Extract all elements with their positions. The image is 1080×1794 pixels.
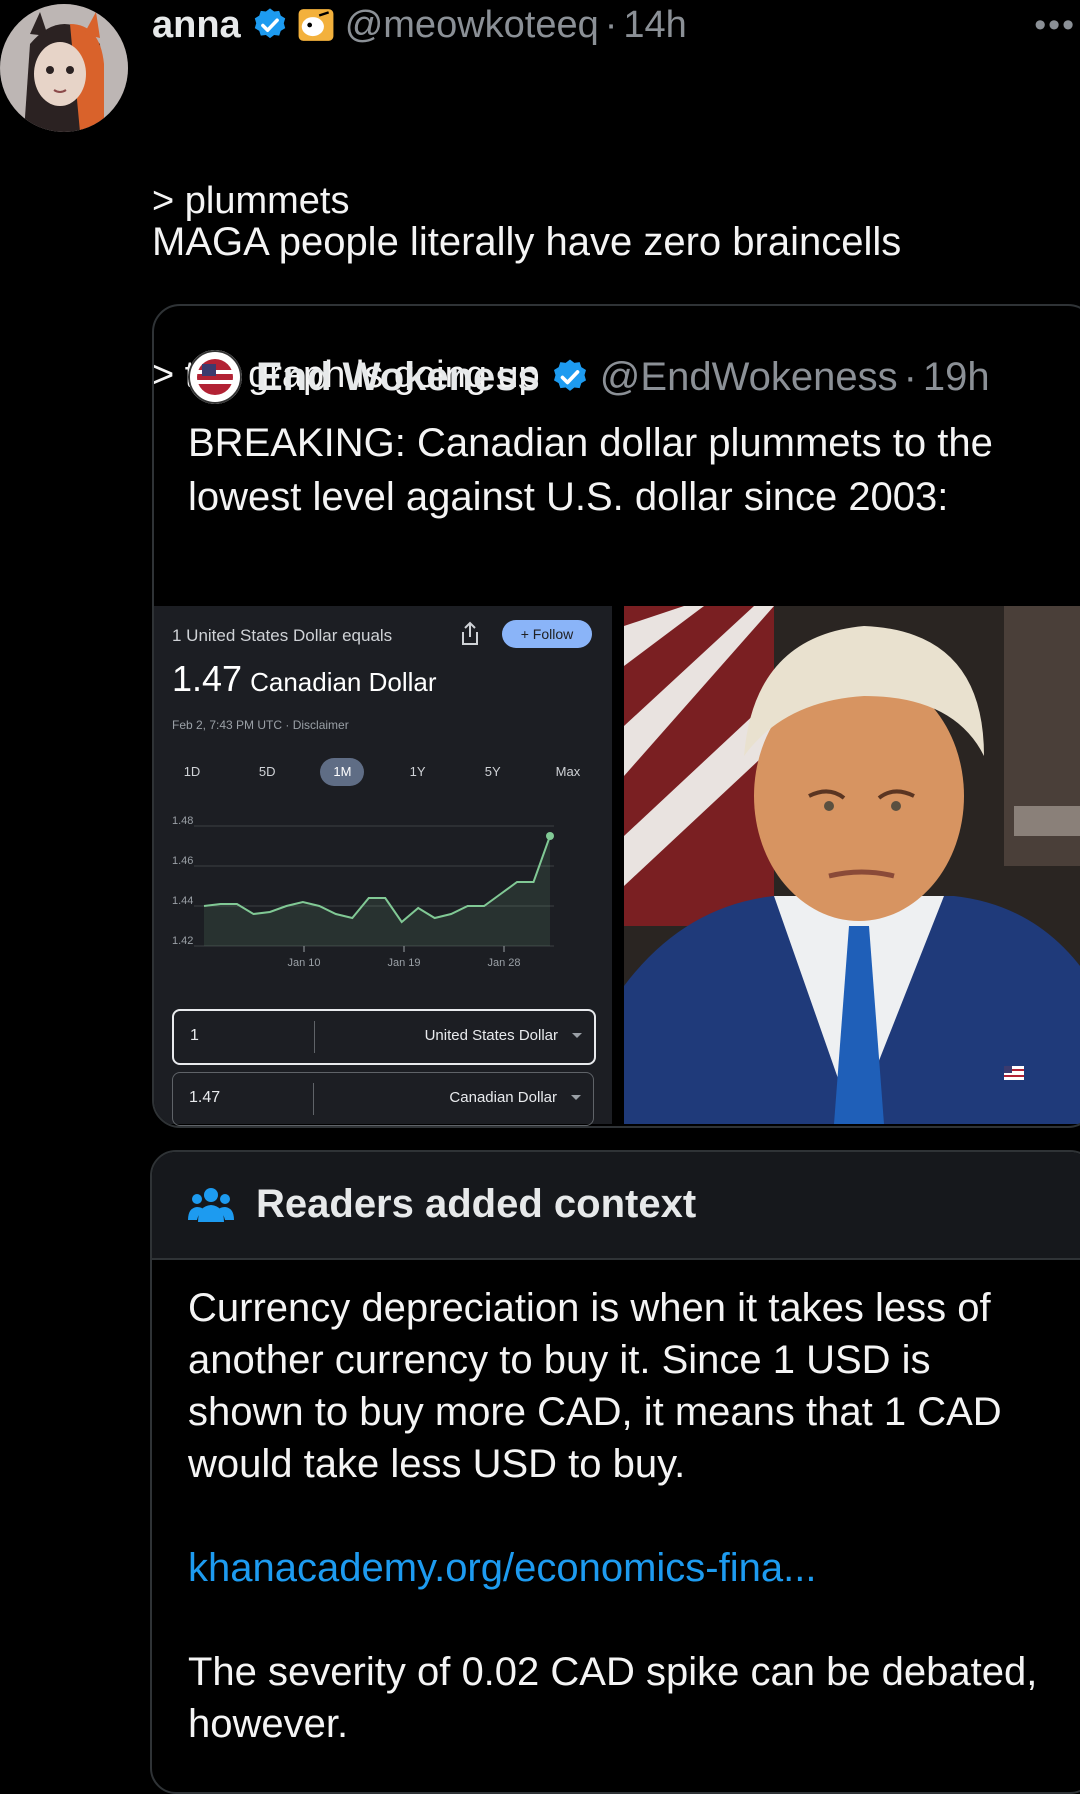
portrait-photo[interactable] bbox=[624, 606, 1080, 1124]
quote-text: BREAKING: Canadian dollar plummets to th… bbox=[188, 421, 993, 519]
chevron-down-icon bbox=[571, 1095, 581, 1100]
avatar[interactable] bbox=[0, 4, 128, 132]
community-note-footer: The severity of 0.02 CAD spike can be de… bbox=[188, 1650, 1038, 1746]
x-tick-label: Jan 28 bbox=[487, 957, 520, 966]
x-tick-label: Jan 10 bbox=[287, 957, 320, 966]
follow-button: + Follow bbox=[502, 620, 592, 648]
range-tab-active: 1M bbox=[320, 758, 365, 786]
possum-emoji-icon bbox=[298, 9, 334, 41]
quote-media: 1 United States Dollar equals + Follow 1… bbox=[154, 606, 1080, 1126]
community-note-body: Currency depreciation is when it takes l… bbox=[188, 1282, 1048, 1750]
from-currency: United States Dollar bbox=[424, 1027, 558, 1044]
quote-author-handle[interactable]: @EndWokeness bbox=[600, 355, 898, 400]
y-tick-label: 1.44 bbox=[172, 895, 193, 907]
range-tab: 5D bbox=[258, 764, 276, 779]
community-note-header: Readers added context bbox=[152, 1152, 1080, 1260]
quote-author-name[interactable]: End Wokeness bbox=[256, 355, 540, 400]
to-currency: Canadian Dollar bbox=[449, 1089, 557, 1106]
range-tabs: 1D 5D 1M 1Y 5Y Max bbox=[170, 758, 590, 786]
rate-currency: Canadian Dollar bbox=[250, 667, 437, 697]
converter-header: 1 United States Dollar equals bbox=[172, 626, 393, 645]
separator-dot: · bbox=[604, 3, 618, 46]
field-divider bbox=[313, 1083, 314, 1115]
community-note-title: Readers added context bbox=[256, 1182, 697, 1226]
currency-converter-image[interactable]: 1 United States Dollar equals + Follow 1… bbox=[154, 606, 612, 1126]
people-icon bbox=[188, 1188, 234, 1222]
x-tick-label: Jan 19 bbox=[387, 957, 420, 966]
quote-header: End Wokeness @EndWokeness · 19h bbox=[188, 350, 990, 404]
range-tab: 5Y bbox=[484, 764, 501, 779]
share-icon bbox=[462, 621, 478, 645]
y-tick-label: 1.42 bbox=[172, 935, 193, 947]
tweet-header: anna @meowkoteeq · 14h bbox=[152, 0, 687, 50]
field-divider bbox=[314, 1021, 315, 1053]
to-currency-field: 1.47 Canadian Dollar bbox=[172, 1072, 594, 1126]
community-note: Readers added context Currency depreciat… bbox=[150, 1150, 1080, 1794]
chevron-down-icon bbox=[572, 1033, 582, 1038]
from-currency-field: 1 United States Dollar bbox=[172, 1009, 596, 1065]
exchange-rate: 1.47 Canadian Dollar bbox=[172, 658, 437, 700]
rate-line-chart: 1.48 1.46 1.44 1.42 Jan 10 Jan 19 Jan 28 bbox=[172, 816, 554, 966]
author-name[interactable]: anna bbox=[152, 4, 241, 47]
quote-timestamp[interactable]: 19h bbox=[923, 355, 990, 400]
quoted-tweet[interactable]: End Wokeness @EndWokeness · 19h BREAKING… bbox=[152, 304, 1080, 1128]
more-options-icon[interactable]: ••• bbox=[1034, 6, 1076, 45]
verified-badge-icon bbox=[553, 359, 586, 391]
community-note-text: Currency depreciation is when it takes l… bbox=[188, 1286, 1002, 1486]
timestamp[interactable]: 14h bbox=[623, 4, 686, 47]
range-tab: 1Y bbox=[409, 764, 426, 779]
community-note-link[interactable]: khanacademy.org/economics-fina... bbox=[188, 1542, 1048, 1594]
verified-badge-icon bbox=[254, 8, 285, 39]
quote-avatar[interactable] bbox=[188, 350, 242, 404]
y-tick-label: 1.48 bbox=[172, 816, 193, 827]
rate-value: 1.47 bbox=[172, 658, 243, 699]
to-value: 1.47 bbox=[189, 1089, 221, 1106]
range-tab: 1D bbox=[183, 764, 201, 779]
author-handle[interactable]: @meowkoteeq bbox=[345, 4, 599, 47]
separator-dot: · bbox=[903, 354, 917, 399]
series-area bbox=[204, 836, 550, 946]
rate-date: Feb 2, 7:43 PM UTC · Disclaimer bbox=[172, 718, 349, 732]
from-value: 1 bbox=[190, 1027, 199, 1044]
y-tick-label: 1.46 bbox=[172, 855, 193, 867]
tweet-text: MAGA people literally have zero braincel… bbox=[152, 220, 902, 264]
range-tab: Max bbox=[555, 764, 581, 779]
last-point bbox=[546, 832, 554, 840]
